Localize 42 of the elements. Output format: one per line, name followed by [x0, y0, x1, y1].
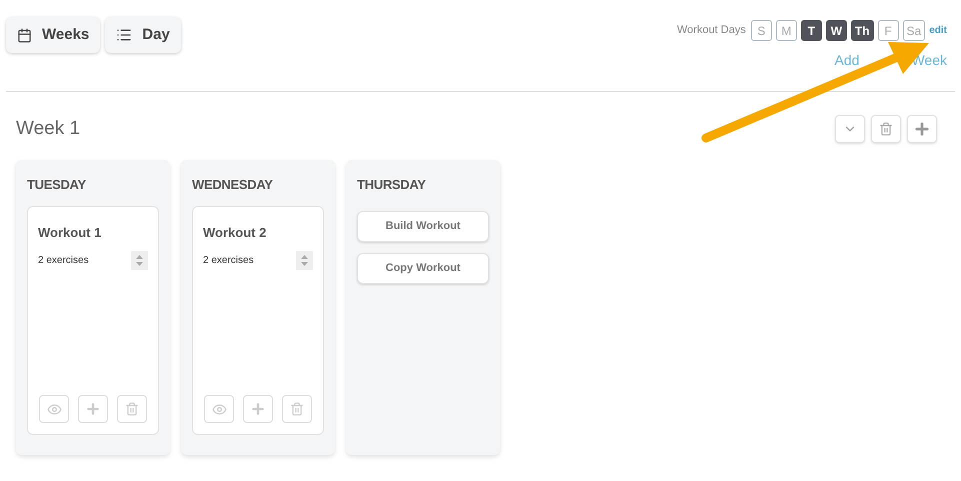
- view-button[interactable]: [204, 395, 234, 423]
- workout-action-button[interactable]: Copy Workout: [357, 253, 489, 284]
- day-toggle[interactable]: W: [826, 20, 847, 41]
- exercise-count: 2 exercises: [203, 254, 254, 268]
- day-heading: THURSDAY: [357, 176, 427, 194]
- sort-icon[interactable]: [131, 250, 148, 270]
- view-button[interactable]: Day: [105, 17, 181, 53]
- plus-icon: [250, 401, 266, 417]
- calendar-icon: [17, 28, 32, 42]
- add-button[interactable]: [243, 395, 273, 423]
- plus-icon: [85, 401, 101, 417]
- workout-action-button[interactable]: Build Workout: [357, 211, 489, 242]
- add-day-button[interactable]: [907, 115, 937, 144]
- delete-button[interactable]: [282, 395, 312, 423]
- plus-icon: [913, 120, 931, 138]
- day-toggle[interactable]: Th: [850, 20, 874, 41]
- delete-button[interactable]: [117, 395, 147, 423]
- eye-icon: [46, 402, 62, 416]
- day-toggle[interactable]: Sa: [902, 20, 926, 41]
- edit-link[interactable]: edit: [929, 23, 947, 38]
- day-toggle[interactable]: S: [750, 20, 772, 41]
- delete-week-button[interactable]: [871, 115, 901, 144]
- trash-icon: [879, 122, 893, 136]
- add-button[interactable]: [78, 395, 108, 423]
- exercise-count: 2 exercises: [38, 254, 89, 268]
- view-button[interactable]: [39, 395, 69, 423]
- workout-name[interactable]: Workout 2: [203, 223, 313, 242]
- workout-name[interactable]: Workout 1: [38, 223, 148, 242]
- trash-icon: [290, 402, 304, 416]
- week-title: Week 1: [16, 117, 80, 141]
- day-heading: WEDNESDAY: [192, 176, 274, 194]
- day-toggle[interactable]: T: [800, 20, 822, 41]
- eye-icon: [212, 402, 226, 416]
- day-toggle[interactable]: F: [878, 20, 899, 41]
- list-icon: [116, 27, 132, 43]
- day-toggle[interactable]: M: [776, 20, 797, 41]
- trash-icon: [125, 402, 139, 416]
- day-heading: TUESDAY: [27, 176, 87, 194]
- view-button[interactable]: Weeks: [6, 17, 100, 53]
- workout-days-label: Workout Days: [676, 23, 746, 38]
- collapse-button[interactable]: [835, 115, 865, 144]
- sort-icon[interactable]: [296, 250, 313, 270]
